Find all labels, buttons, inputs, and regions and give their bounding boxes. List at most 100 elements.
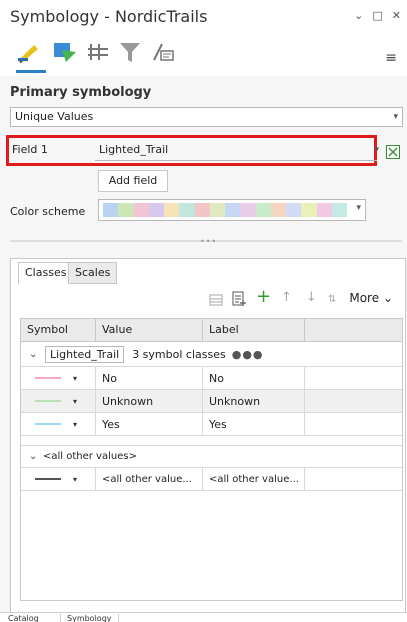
- color-scheme-dropdown[interactable]: ▾: [98, 199, 366, 221]
- symbol-classes-grid: Symbol Value Label ⌄ Lighted_Trail 3 sym…: [20, 318, 403, 601]
- chevron-down-icon[interactable]: ⌄: [29, 349, 43, 360]
- symbol-swatch[interactable]: [35, 400, 61, 402]
- symbol-cell[interactable]: ▾: [21, 390, 96, 412]
- maximize-icon[interactable]: □: [372, 9, 382, 22]
- tab-catalog[interactable]: Catalog: [8, 614, 39, 622]
- value-cell[interactable]: Yes: [96, 413, 203, 435]
- table-row[interactable]: ▾ Unknown Unknown: [21, 390, 402, 413]
- column-header-extra: [305, 319, 402, 341]
- chevron-down-icon: ▾: [374, 145, 379, 155]
- symbol-swatch[interactable]: [35, 478, 61, 480]
- expression-icon[interactable]: [386, 145, 400, 159]
- color-swatch: [133, 203, 149, 217]
- chevron-down-icon[interactable]: ▾: [73, 475, 77, 484]
- chevron-down-icon: ▾: [356, 203, 361, 213]
- title-bar: Symbology - NordicTrails ⌄ □ ✕: [0, 0, 407, 32]
- color-swatch: [103, 203, 119, 217]
- group-class-count: 3 symbol classes: [132, 347, 226, 361]
- other-values-label: <all other values>: [43, 451, 137, 462]
- pane-title: Symbology - NordicTrails: [10, 7, 208, 26]
- color-swatch: [255, 203, 271, 217]
- group-row[interactable]: ⌄ Lighted_Trail 3 symbol classes ●●●: [21, 342, 402, 367]
- color-swatch: [164, 203, 180, 217]
- chevron-down-icon[interactable]: ▾: [73, 420, 77, 429]
- group-name-input[interactable]: Lighted_Trail: [45, 345, 125, 363]
- value-cell[interactable]: Unknown: [96, 390, 203, 412]
- splitter-grip-icon[interactable]: •••: [200, 237, 217, 246]
- move-down-icon[interactable]: ↓: [306, 290, 317, 305]
- table-row[interactable]: ▾ <all other value... <all other value..…: [21, 468, 402, 491]
- color-swatch: [209, 203, 225, 217]
- table-row[interactable]: ▾ No No: [21, 367, 402, 390]
- symbology-toolbar: ≡: [0, 32, 407, 76]
- mask-icon[interactable]: [117, 40, 143, 64]
- symbol-cell[interactable]: ▾: [21, 367, 96, 389]
- grid-empty-area: [21, 491, 402, 600]
- column-header-symbol[interactable]: Symbol: [21, 319, 96, 341]
- menu-icon[interactable]: ≡: [385, 50, 397, 66]
- grid-header: Symbol Value Label: [21, 319, 402, 342]
- chevron-down-icon[interactable]: ▾: [73, 374, 77, 383]
- vary-symbology-icon[interactable]: [52, 40, 78, 64]
- window-controls: ⌄ □ ✕: [354, 9, 401, 22]
- color-swatch: [148, 203, 164, 217]
- color-swatch: [316, 203, 332, 217]
- renderer-dropdown[interactable]: Unique Values ▾: [10, 107, 403, 127]
- group-more-icon[interactable]: ●●●: [232, 348, 264, 361]
- add-class-icon[interactable]: +: [256, 286, 271, 307]
- add-all-values-icon[interactable]: [231, 291, 247, 307]
- move-up-icon[interactable]: ↑: [281, 290, 292, 305]
- chevron-down-icon[interactable]: ⌄: [29, 451, 43, 462]
- spacer-row: [21, 436, 402, 446]
- symbol-swatch[interactable]: [35, 423, 61, 425]
- color-swatch: [331, 203, 347, 217]
- value-cell[interactable]: No: [96, 367, 203, 389]
- color-scheme-preview: [103, 203, 347, 217]
- chevron-down-icon: ⌄: [382, 291, 393, 305]
- bottom-tab-strip: Catalog Symbology: [0, 612, 407, 622]
- close-icon[interactable]: ✕: [392, 9, 401, 22]
- field1-value: Lighted_Trail: [99, 143, 169, 156]
- column-header-label[interactable]: Label: [203, 319, 305, 341]
- label-cell[interactable]: Unknown: [203, 390, 305, 412]
- color-swatch: [301, 203, 317, 217]
- color-swatch: [179, 203, 195, 217]
- label-cell[interactable]: <all other value...: [203, 468, 305, 490]
- table-view-icon[interactable]: [209, 293, 223, 307]
- table-row[interactable]: ▾ Yes Yes: [21, 413, 402, 436]
- sort-icon[interactable]: ⇅: [328, 294, 336, 305]
- more-menu-button[interactable]: More ⌄: [349, 291, 393, 305]
- label-cell[interactable]: Yes: [203, 413, 305, 435]
- extra-cell: [305, 390, 402, 412]
- section-title: Primary symbology: [10, 85, 152, 100]
- symbol-layer-drawing-icon[interactable]: [86, 40, 112, 64]
- extra-cell: [305, 468, 402, 490]
- symbol-swatch[interactable]: [35, 377, 61, 379]
- color-swatch: [194, 203, 210, 217]
- field1-label: Field 1: [12, 143, 48, 156]
- chevron-down-icon[interactable]: ▾: [73, 397, 77, 406]
- primary-symbology-icon[interactable]: [16, 40, 42, 64]
- color-swatch: [286, 203, 302, 217]
- tab-classes[interactable]: Classes: [18, 262, 74, 284]
- chevron-down-icon: ▾: [393, 112, 398, 122]
- feature-label-icon[interactable]: [150, 40, 176, 64]
- field1-dropdown[interactable]: Lighted_Trail ▾: [95, 141, 379, 161]
- extra-cell: [305, 367, 402, 389]
- color-scheme-label: Color scheme: [10, 205, 86, 218]
- renderer-value: Unique Values: [15, 110, 94, 123]
- tab-scales[interactable]: Scales: [68, 262, 118, 284]
- symbol-cell[interactable]: ▾: [21, 413, 96, 435]
- color-swatch: [118, 203, 134, 217]
- other-values-group-row[interactable]: ⌄ <all other values>: [21, 446, 402, 468]
- column-header-value[interactable]: Value: [96, 319, 203, 341]
- tab-symbology[interactable]: Symbology: [60, 614, 119, 622]
- label-cell[interactable]: No: [203, 367, 305, 389]
- active-tab-indicator: [16, 70, 46, 73]
- collapse-icon[interactable]: ⌄: [354, 9, 363, 22]
- extra-cell: [305, 413, 402, 435]
- value-cell[interactable]: <all other value...: [96, 468, 203, 490]
- more-label: More: [349, 291, 380, 305]
- add-field-button[interactable]: Add field: [98, 170, 168, 192]
- symbol-cell[interactable]: ▾: [21, 468, 96, 490]
